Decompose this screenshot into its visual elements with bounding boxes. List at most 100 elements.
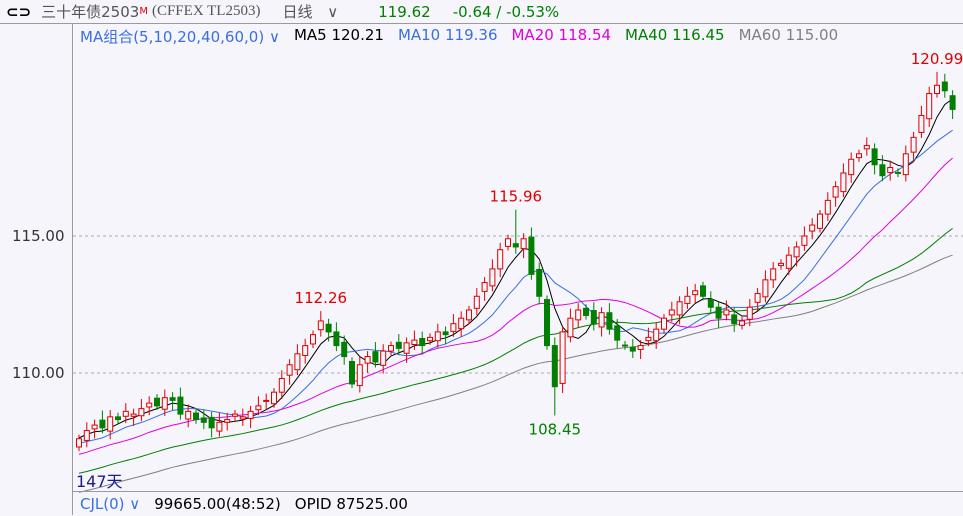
candle-body [739, 320, 745, 326]
candle-body [746, 306, 753, 320]
indicator-selector[interactable]: CJL(0) ∨ [80, 495, 140, 513]
candle-body [497, 249, 504, 270]
candle-body [824, 199, 831, 215]
candle-body [193, 412, 199, 421]
candle-body [536, 268, 543, 297]
candle-body [130, 413, 137, 417]
ma-selector[interactable]: MA组合(5,10,20,40,60,0) ∨ [80, 26, 280, 47]
candle-body [224, 419, 231, 423]
volume-value: 99665.00(48:52) [154, 495, 281, 513]
candle-body [941, 81, 948, 92]
candle-body [388, 345, 394, 352]
candle-body [583, 307, 589, 316]
candle-body [817, 213, 823, 229]
candle-body [271, 391, 277, 405]
candle-body [567, 317, 574, 338]
candle-body [481, 282, 488, 292]
candle-body [918, 114, 925, 133]
candle-body [434, 331, 441, 342]
candle-body [863, 145, 870, 150]
candle-body [99, 419, 106, 429]
ma10-line [78, 129, 953, 444]
candle-body [637, 345, 644, 350]
candle-body [801, 235, 808, 246]
candle-body [200, 417, 207, 423]
ma10-value: MA10 119.36 [397, 26, 498, 44]
ma-selector-label: MA组合(5,10,20,40,60,0) [80, 28, 265, 46]
candle-body [427, 336, 433, 342]
candle-body [590, 310, 597, 325]
days-label: 147天 [76, 472, 123, 491]
candle-body [723, 309, 730, 316]
candle-body [247, 410, 254, 419]
candle-body [161, 397, 168, 410]
candle-body [871, 148, 878, 166]
candle-body [466, 309, 472, 321]
candle-body [489, 268, 496, 287]
candle-body [356, 364, 363, 387]
candle-body [333, 331, 340, 347]
candle-body [676, 301, 683, 316]
candle-body [154, 397, 160, 407]
chevron-down-icon: ∨ [264, 28, 280, 46]
candle-body [895, 171, 901, 174]
chevron-down-icon: ∨ [124, 495, 141, 513]
candle-body [216, 421, 223, 432]
candle-body [856, 153, 862, 159]
candle-body [949, 95, 956, 110]
candle-body [684, 295, 691, 304]
candle-body [403, 342, 410, 354]
candle-body [294, 353, 301, 371]
candle-body [473, 295, 480, 309]
candle-body [528, 236, 535, 275]
price-annotation: 115.96 [490, 188, 543, 206]
candle-body [934, 84, 940, 95]
candle-body [364, 356, 371, 364]
ma60-line [78, 254, 953, 493]
candle-body [177, 396, 184, 415]
candle-body [442, 331, 449, 336]
candle-body [278, 377, 285, 393]
candle-body [138, 408, 145, 417]
candle-body [91, 424, 98, 430]
ma-legend: MA组合(5,10,20,40,60,0) ∨ MA5 120.21 MA10 … [80, 26, 838, 47]
candle-body [458, 317, 465, 330]
candle-body [879, 164, 886, 177]
candle-body [286, 364, 293, 376]
candle-body [341, 341, 348, 358]
price-annotation: 112.26 [295, 289, 348, 307]
ma60-value: MA60 115.00 [738, 26, 839, 44]
ma40-value: MA40 116.45 [625, 26, 725, 44]
candle-body [661, 317, 667, 330]
candle-body [325, 323, 332, 333]
ma5-line [78, 98, 953, 439]
candle-body [544, 299, 550, 347]
candle-body [762, 279, 769, 298]
candle-body [622, 344, 628, 347]
candle-body [317, 320, 324, 331]
candle-body [208, 416, 215, 429]
candle-body [559, 331, 566, 384]
indicator-label: CJL(0) [80, 495, 125, 513]
candle-body [107, 416, 114, 432]
candle-body [793, 246, 800, 258]
candle-body [372, 351, 379, 363]
ma5-value: MA5 120.21 [293, 26, 384, 44]
candle-body [606, 312, 613, 330]
candle-body [169, 397, 176, 401]
candle-body [520, 238, 527, 250]
candle-body [598, 312, 605, 328]
candle-body [715, 306, 722, 319]
candle-body [76, 438, 82, 448]
candle-body [848, 158, 855, 176]
candle-body [232, 413, 238, 417]
volume-indicator-bar: CJL(0) ∨ 99665.00(48:52) OPID 87525.00 [72, 491, 963, 516]
candle-body [146, 402, 153, 408]
candle-body [902, 153, 909, 176]
candle-body [83, 430, 90, 441]
candle-body [255, 405, 262, 411]
candle-body [512, 243, 519, 248]
candle-body [551, 345, 558, 388]
candle-body [263, 399, 270, 402]
candle-body [185, 410, 192, 420]
